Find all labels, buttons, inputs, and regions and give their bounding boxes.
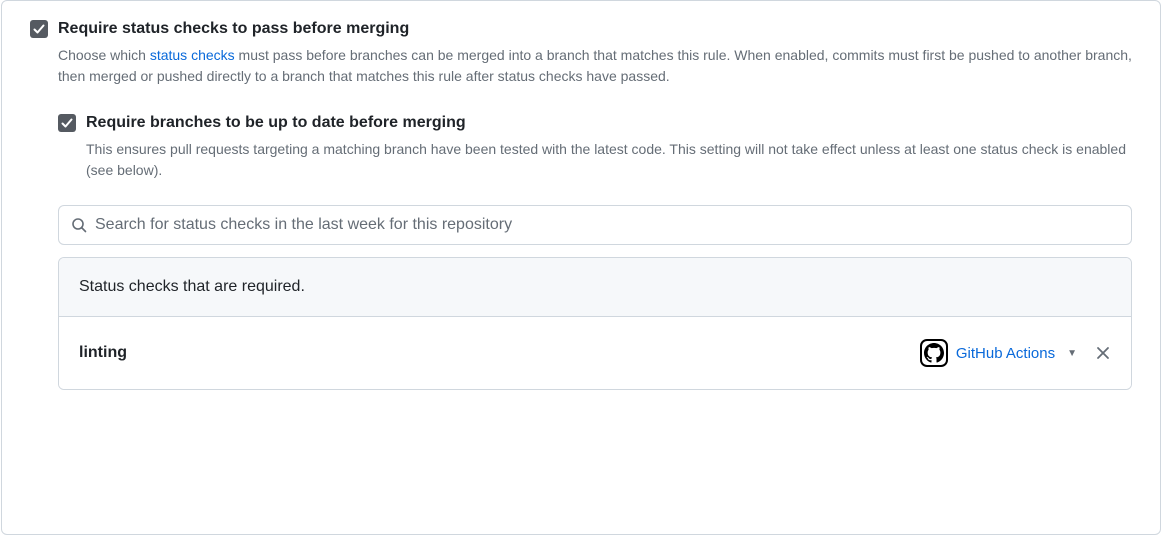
status-check-search-input[interactable]: [95, 216, 1119, 234]
require-status-checks-description: Choose which status checks must pass bef…: [58, 45, 1132, 87]
chevron-down-icon: ▼: [1067, 348, 1077, 359]
required-status-check-name: linting: [79, 344, 920, 362]
require-status-checks-title: Require status checks to pass before mer…: [58, 17, 1132, 41]
check-icon: [61, 117, 73, 129]
status-check-search[interactable]: [58, 205, 1132, 245]
branch-protection-rule-panel: Require status checks to pass before mer…: [1, 0, 1161, 535]
search-icon: [71, 217, 87, 233]
required-status-check-row: linting GitHub Actions ▼: [59, 317, 1131, 389]
require-status-checks-checkbox[interactable]: [30, 20, 48, 38]
require-status-checks-row: Require status checks to pass before mer…: [30, 17, 1132, 87]
required-status-check-source-dropdown[interactable]: GitHub Actions ▼: [920, 339, 1077, 367]
require-up-to-date-title: Require branches to be up to date before…: [86, 111, 1132, 135]
status-checks-link[interactable]: status checks: [150, 47, 235, 63]
require-up-to-date-content: Require branches to be up to date before…: [86, 111, 1132, 181]
github-actions-icon: [920, 339, 948, 367]
check-icon: [33, 23, 45, 35]
remove-status-check-button[interactable]: [1095, 345, 1111, 361]
require-up-to-date-description: This ensures pull requests targeting a m…: [86, 139, 1132, 181]
require-up-to-date-checkbox[interactable]: [58, 114, 76, 132]
require-status-checks-content: Require status checks to pass before mer…: [58, 17, 1132, 87]
status-checks-section: Require status checks to pass before mer…: [2, 1, 1160, 406]
close-icon: [1095, 345, 1111, 361]
require-up-to-date-row: Require branches to be up to date before…: [58, 111, 1132, 181]
required-status-checks-header: Status checks that are required.: [59, 258, 1131, 317]
required-status-checks-list: Status checks that are required. linting…: [58, 257, 1132, 390]
required-status-check-source-label: GitHub Actions: [956, 345, 1055, 362]
desc-prefix: Choose which: [58, 47, 150, 63]
